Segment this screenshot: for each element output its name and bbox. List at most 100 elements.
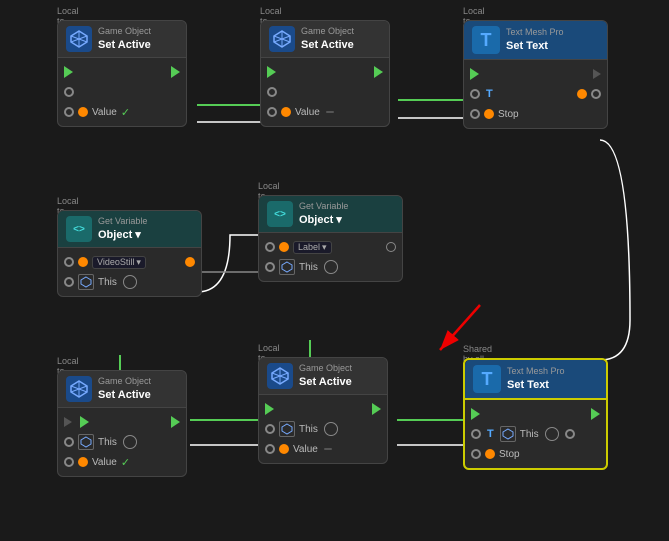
node-6-flow-out [171,416,180,428]
node-8-t-icon: T [487,428,494,440]
node-4-body-ports: VideoStill ▾ This [58,248,201,296]
node-4-vs-pill[interactable]: VideoStill ▾ [92,256,146,269]
node-6-header: Game Object Set Active [58,371,186,408]
node-5-body: <> Get Variable Object ▾ Label ▾ This [258,195,403,282]
node-1-header: Game Object Set Active [58,21,186,58]
node-2-flow-out [374,66,383,78]
node-5-title: Get Variable Object ▾ [299,201,348,227]
node-7-body-ports: This Value [259,395,387,463]
node-7-body: Game Object Set Active This Valu [258,357,388,464]
node-4-subtitle: Get Variable [98,216,147,228]
node-6-row-value: Value ✓ [58,452,186,472]
node-3-row-t: T [464,84,607,104]
node-7-row-obj: This [259,419,387,439]
node-2-subtitle: Game Object [301,26,354,38]
node-5-label-pill[interactable]: Label ▾ [293,241,332,254]
node-6-main: Set Active [98,388,151,402]
node-8-subtitle: Text Mesh Pro [507,366,565,378]
node-8-body: T Text Mesh Pro Set Text T This [463,358,608,470]
node-2-body: Game Object Set Active Value [260,20,390,127]
node-8-main: Set Text [507,378,565,392]
node-2-val-dot [281,107,291,117]
node-8-row-stop: Stop [465,444,606,464]
node-2-title: Game Object Set Active [301,26,354,52]
node-8-this-cube [500,426,516,442]
node-6-row-flow [58,412,186,432]
node-3-flow-out [593,69,601,79]
node-2-obj-in [267,87,277,97]
node-8-row-t: T This [465,424,606,444]
node-2-main: Set Active [301,38,354,52]
node-5-this-cube [279,259,295,275]
node-7-val-label: Value [293,444,318,455]
node-4-this-label: This [98,277,117,288]
node-5-main: Object ▾ [299,213,348,227]
node-7-val-in [265,444,275,454]
node-3-stop-label: Stop [498,109,519,120]
node-7-flow-out [372,403,381,415]
node-1-row-obj [58,82,186,102]
node-4-vs-out-dot [185,257,195,267]
node-5-this-circle [324,260,338,274]
node-8-row-flow [465,404,606,424]
node-6-val-label: Value [92,457,117,468]
node-7-flow-in [265,403,274,415]
node-2-val-label: Value [295,107,320,118]
node-1-obj-in [64,87,74,97]
node-7-this-label: This [299,424,318,435]
node-3-title: Text Mesh Pro Set Text [506,27,564,53]
node-1-subtitle: Game Object [98,26,151,38]
node-1-icon [66,26,92,52]
node-8-title: Text Mesh Pro Set Text [507,366,565,392]
node-4-main: Object ▾ [98,228,147,242]
node-3-row-flow [464,64,607,84]
node-7-obj-in [265,424,275,434]
node-2-icon [269,26,295,52]
node-4-vs-in [64,257,74,267]
node-7-icon [267,363,293,389]
node-1-row-flow [58,62,186,82]
node-8-body-ports: T This Stop [465,400,606,468]
node-1-body-ports: Value ✓ [58,58,186,126]
node-1-val-dot [78,107,88,117]
node-8-header: T Text Mesh Pro Set Text [465,360,606,400]
node-5-row-label: Label ▾ [259,237,402,257]
node-6-val-in [64,457,74,467]
node-8-icon: T [473,365,501,393]
node-3-stop-in [470,109,480,119]
node-1-flow-in [64,66,73,78]
node-6-row-obj: This [58,432,186,452]
node-6-val-dot [78,457,88,467]
node-1-row-value: Value ✓ [58,102,186,122]
node-3-stop-dot [484,109,494,119]
node-3-icon: T [472,26,500,54]
node-6-body: Game Object Set Active This [57,370,187,477]
node-5-subtitle: Get Variable [299,201,348,213]
node-4-header: <> Get Variable Object ▾ [58,211,201,248]
node-5-row-this: This [259,257,402,277]
node-3-t-in [470,89,480,99]
node-3-body: T Text Mesh Pro Set Text T S [463,20,608,129]
node-3-subtitle: Text Mesh Pro [506,27,564,39]
node-3-t-icon: T [486,88,493,100]
node-5-body-ports: Label ▾ This [259,233,402,281]
node-4-row-videostill: VideoStill ▾ [58,252,201,272]
node-8-flow-out [591,408,600,420]
node-6-title: Game Object Set Active [98,376,151,402]
node-2-body-ports: Value [261,58,389,126]
node-8-this-label: This [520,429,539,440]
node-3-t-dot [577,89,587,99]
node-2-val-in [267,107,277,117]
node-3-t-out [591,89,601,99]
node-7-header: Game Object Set Active [259,358,387,395]
node-1-main: Set Active [98,38,151,52]
node-7-row-flow [259,399,387,419]
node-6-subtitle: Game Object [98,376,151,388]
node-4-title: Get Variable Object ▾ [98,216,147,242]
node-1-val-label: Value [92,107,117,118]
node-8-stop-dot [485,449,495,459]
node-7-obj-cube [279,421,295,437]
node-5-header: <> Get Variable Object ▾ [259,196,402,233]
node-2-flow-in [267,66,276,78]
node-3-flow-in [470,68,479,80]
